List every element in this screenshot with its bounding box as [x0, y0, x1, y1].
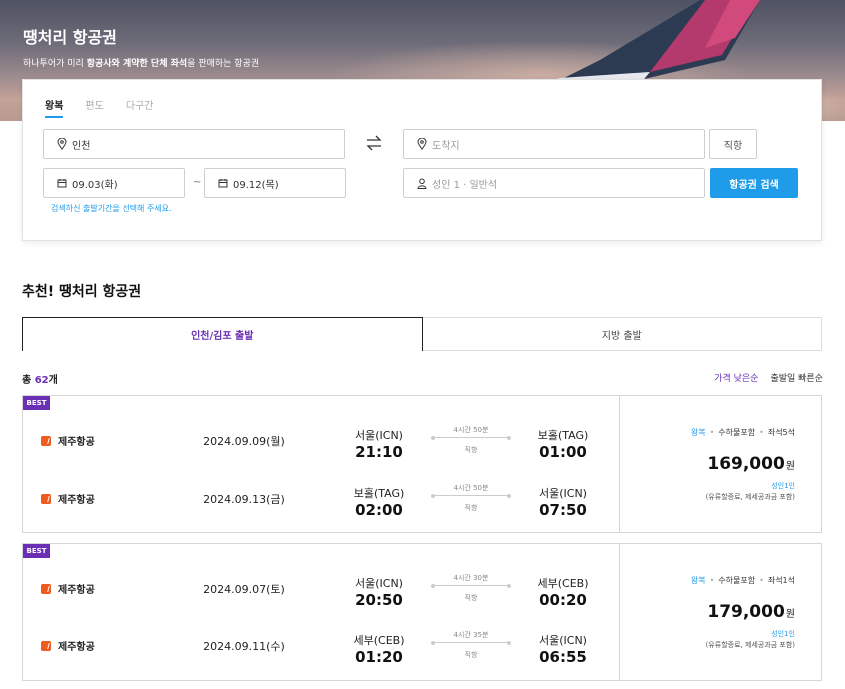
to-city: 세부(CEB) — [537, 577, 589, 590]
to-time: 00:20 — [539, 591, 587, 609]
from-city: 서울(ICN) — [355, 429, 403, 442]
route-line — [431, 583, 511, 588]
origin-value: 인천 — [72, 140, 91, 152]
location-pin-icon — [56, 138, 68, 150]
sort-options: 가격 낮은순 출발일 빠른순 — [714, 371, 823, 384]
swap-arrows-icon[interactable] — [365, 134, 383, 152]
person-icon — [416, 177, 428, 189]
tab-round-trip[interactable]: 왕복 — [45, 97, 64, 118]
price-includes: (유류할증료, 제세공과금 포함) — [705, 641, 795, 649]
flight-duration: 4시간 35분 — [453, 631, 489, 639]
ticket-price: 179,000원 — [707, 602, 795, 622]
tab-regional[interactable]: 지방 출발 — [422, 317, 822, 351]
sort-depart-soon[interactable]: 출발일 빠른순 — [770, 371, 823, 384]
from-time: 01:20 — [355, 648, 403, 666]
flight-duration: 4시간 30분 — [453, 574, 489, 582]
from-time: 20:50 — [355, 591, 403, 609]
price-per-person: 성인1인 — [771, 630, 795, 638]
price-panel: 왕복 • 수하물포함 • 좌석1석 179,000원 성인1인 (유류할증료, 제세공과… — [619, 544, 821, 680]
return-date-value: 09.12(목) — [233, 179, 279, 191]
route-line — [431, 493, 511, 498]
origin-input[interactable]: 인천 — [43, 129, 345, 159]
price-panel: 왕복 • 수하물포함 • 좌석5석 169,000원 성인1인 (유류할증료, 제세공과… — [619, 396, 821, 532]
tab-multi-city[interactable]: 다구간 — [126, 97, 154, 118]
stop-type: 직항 — [464, 446, 478, 454]
destination-input[interactable]: 도착지 — [403, 129, 705, 159]
search-hint: 검색하신 출발기간을 선택해 주세요. — [51, 204, 172, 213]
flight-leg-outbound: 제주항공 2024.09.07(토) 서울(ICN) 20:50 4시간 30분… — [23, 574, 619, 633]
region-tabs: 인천/김포 출발 지방 출발 — [22, 317, 822, 351]
best-badge: BEST — [23, 544, 50, 558]
route-line — [431, 640, 511, 645]
airline: 제주항공 — [41, 638, 95, 653]
to-time: 01:00 — [539, 443, 587, 461]
depart-date-input[interactable]: 09.03(화) — [43, 168, 185, 198]
price-includes: (유류할증료, 제세공과금 포함) — [705, 493, 795, 501]
jeju-air-logo-icon — [41, 493, 51, 504]
sort-price-low[interactable]: 가격 낮은순 — [714, 371, 758, 384]
result-count: 총 62개 — [22, 375, 58, 386]
destination-placeholder: 도착지 — [432, 140, 460, 152]
stop-type: 직항 — [464, 504, 478, 512]
to-city: 보홀(TAG) — [537, 429, 589, 442]
flight-duration: 4시간 50분 — [453, 484, 489, 492]
tab-incheon-gimpo[interactable]: 인천/김포 출발 — [22, 317, 423, 351]
route-line — [431, 435, 511, 440]
flight-search-panel: 왕복 편도 다구간 인천 도착지 직항 09.03(화) ~ 09.12(목) — [22, 79, 822, 241]
page-subtitle: 하나투어가 미리 항공사와 계약한 단체 좌석을 판매하는 항공권 — [23, 59, 260, 69]
jeju-air-logo-icon — [41, 640, 51, 651]
depart-date-value: 09.03(화) — [72, 179, 118, 191]
ticket-tags: 왕복 • 수하물포함 • 좌석5석 — [690, 428, 795, 437]
trip-type-tabs: 왕복 편도 다구간 — [45, 97, 153, 118]
from-time: 21:10 — [355, 443, 403, 461]
airline: 제주항공 — [41, 581, 95, 596]
flight-duration: 4시간 50분 — [453, 426, 489, 434]
ticket-tags: 왕복 • 수하물포함 • 좌석1석 — [690, 576, 795, 585]
from-city: 세부(CEB) — [353, 634, 405, 647]
flight-date: 2024.09.07(토) — [203, 583, 285, 596]
flight-date: 2024.09.11(수) — [203, 640, 285, 653]
from-city: 서울(ICN) — [355, 577, 403, 590]
from-city: 보홀(TAG) — [353, 487, 405, 500]
calendar-icon — [56, 177, 68, 189]
return-date-input[interactable]: 09.12(목) — [204, 168, 346, 198]
ticket-card[interactable]: BEST 제주항공 2024.09.07(토) 서울(ICN) 20:50 4시… — [22, 543, 822, 681]
ticket-price: 169,000원 — [707, 454, 795, 474]
flight-date: 2024.09.09(월) — [203, 435, 285, 448]
section-title: 추천! 땡처리 항공권 — [22, 284, 142, 300]
from-time: 02:00 — [355, 501, 403, 519]
ticket-card[interactable]: BEST 제주항공 2024.09.09(월) 서울(ICN) 21:10 4시… — [22, 395, 822, 533]
calendar-icon — [217, 177, 229, 189]
flight-leg-return: 제주항공 2024.09.13(금) 보홀(TAG) 02:00 4시간 50분… — [23, 484, 619, 543]
search-flights-button[interactable]: 항공권 검색 — [710, 168, 798, 198]
tab-one-way[interactable]: 편도 — [85, 97, 103, 118]
best-badge: BEST — [23, 396, 50, 410]
location-pin-icon — [416, 138, 428, 150]
to-time: 07:50 — [539, 501, 587, 519]
direct-flight-button[interactable]: 직항 — [709, 129, 757, 159]
flight-leg-return: 제주항공 2024.09.11(수) 세부(CEB) 01:20 4시간 35분… — [23, 631, 619, 689]
stop-type: 직항 — [464, 651, 478, 659]
flight-date: 2024.09.13(금) — [203, 493, 285, 506]
airline: 제주항공 — [41, 491, 95, 506]
stop-type: 직항 — [464, 594, 478, 602]
to-city: 서울(ICN) — [539, 487, 587, 500]
page-title: 땡처리 항공권 — [23, 28, 117, 47]
date-separator: ~ — [193, 177, 202, 188]
to-city: 서울(ICN) — [539, 634, 587, 647]
flight-leg-outbound: 제주항공 2024.09.09(월) 서울(ICN) 21:10 4시간 50분… — [23, 426, 619, 485]
price-per-person: 성인1인 — [771, 482, 795, 490]
passenger-value: 성인 1 · 일반석 — [432, 179, 498, 191]
jeju-air-logo-icon — [41, 435, 51, 446]
passenger-input[interactable]: 성인 1 · 일반석 — [403, 168, 705, 198]
to-time: 06:55 — [539, 648, 587, 666]
jeju-air-logo-icon — [41, 583, 51, 594]
airline: 제주항공 — [41, 433, 95, 448]
